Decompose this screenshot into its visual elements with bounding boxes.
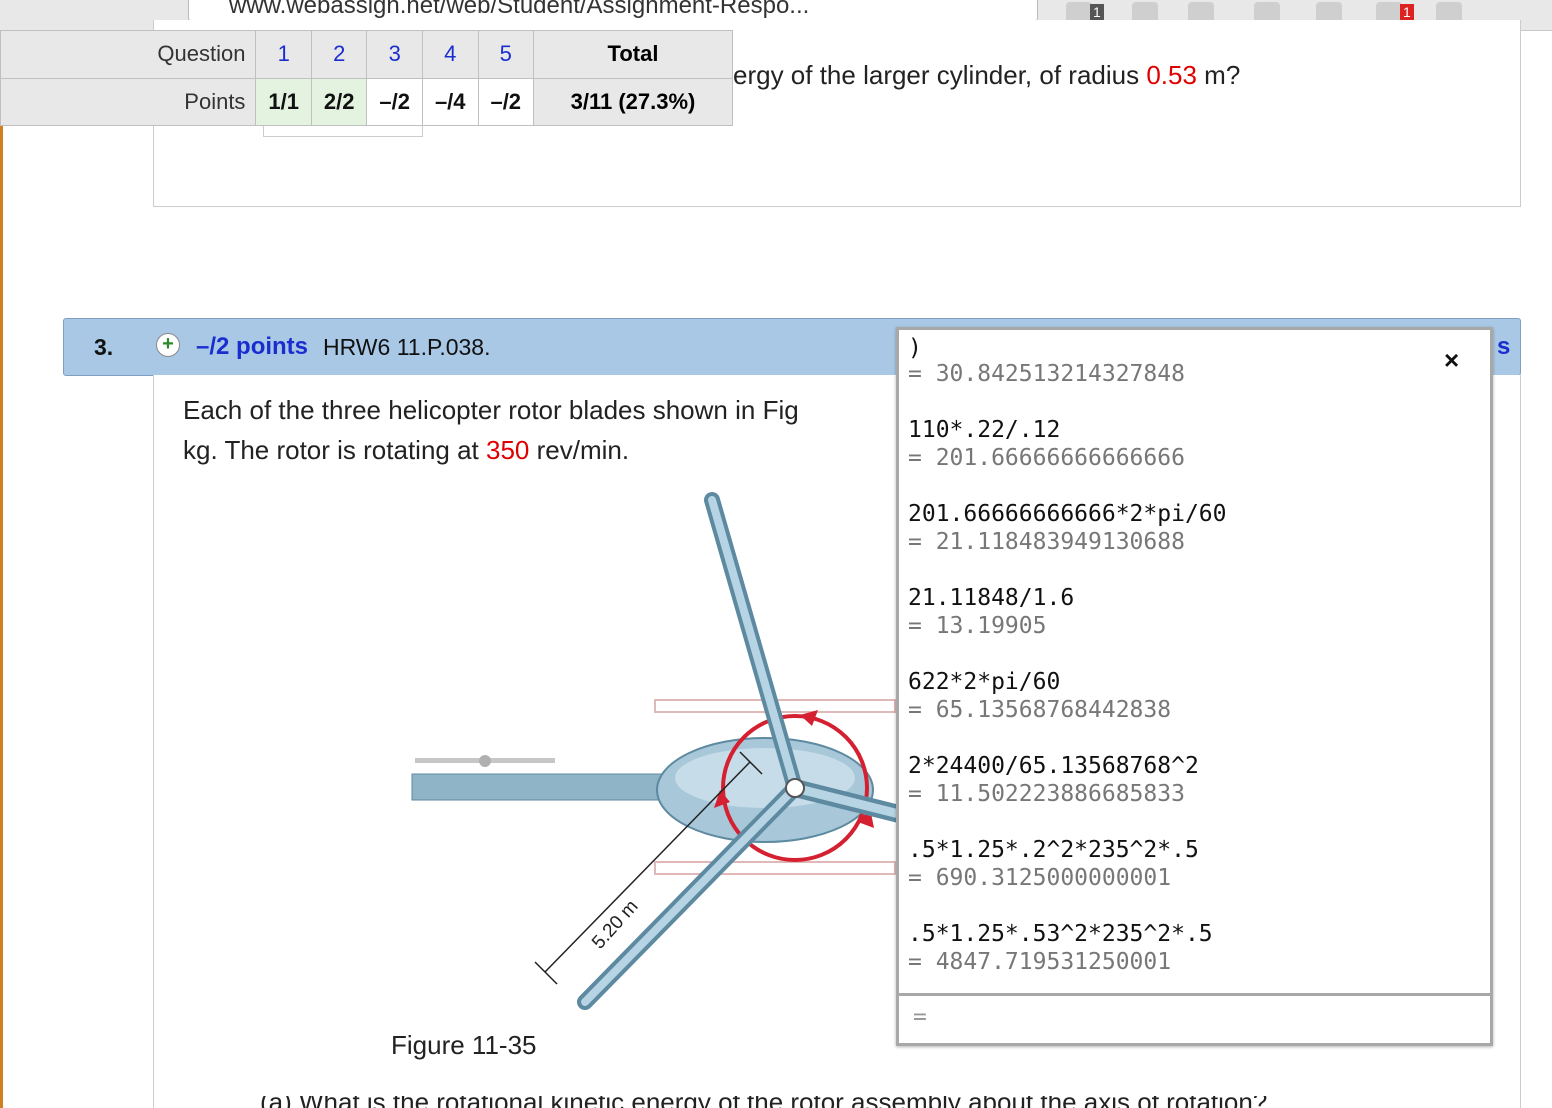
previous-question-text-before: ergy of the larger cylinder, of radius [733, 60, 1147, 90]
history-result: = 690.3125000000001 [908, 865, 1172, 891]
history-expression: 21.11848/1.6 [908, 585, 1075, 611]
calculator-history[interactable]: ) × = 30.842513214327848 110*.22/.12 = 2… [899, 330, 1490, 996]
figure-caption: Figure 11-35 [391, 1030, 537, 1060]
question-code: HRW6 11.P.038. [323, 334, 491, 360]
score-table: Question 1 2 3 4 5 Total Points 1/1 2/2 … [0, 30, 733, 126]
extension-badge: 1 [1090, 4, 1104, 20]
points-cell-4: –/4 [421, 77, 479, 126]
question-link-1[interactable]: 1 [255, 30, 312, 79]
previous-question-text-after: m? [1196, 60, 1241, 90]
rpm-value: 350 [486, 435, 530, 465]
helicopter-rotor-figure: 5.20 m [411, 492, 920, 1010]
question-number: 3. [94, 334, 114, 360]
expand-plus-icon[interactable]: + [156, 333, 180, 357]
total-header: Total [533, 30, 733, 79]
extension-badge: 1 [1400, 4, 1414, 20]
answer-field-remnant [263, 126, 423, 137]
history-result: = 65.13568768442838 [908, 697, 1172, 723]
history-result: = 21.118483949130688 [908, 529, 1185, 555]
history-entry: 622*2*pi/60 = 65.13568768442838 [908, 668, 1468, 724]
points-cell-1: 1/1 [255, 77, 312, 126]
question-row-label: Question [0, 30, 257, 79]
history-result: = 4847.719531250001 [908, 949, 1172, 975]
question-link-3[interactable]: 3 [366, 30, 423, 79]
history-expression: .5*1.25*.2^2*235^2*.5 [908, 837, 1199, 863]
problem-line-2-after: rev/min. [529, 435, 630, 465]
calculator-input-prefix: = [913, 1004, 927, 1030]
history-result: = 30.842513214327848 [908, 361, 1185, 387]
history-expression: 622*2*pi/60 [908, 669, 1061, 695]
history-entry: = 30.842513214327848 [908, 360, 1468, 388]
question-link-2[interactable]: 2 [310, 30, 368, 79]
problem-line-2: kg. The rotor is rotating at 350 rev/min… [183, 430, 799, 470]
history-expression: 201.66666666666*2*pi/60 [908, 501, 1227, 527]
history-expression: 110*.22/.12 [908, 417, 1061, 443]
history-result: = 11.502223886685833 [908, 781, 1185, 807]
problem-line-2-before: kg. The rotor is rotating at [183, 435, 486, 465]
calculator-popup[interactable]: ) × = 30.842513214327848 110*.22/.12 = 2… [896, 327, 1493, 1046]
problem-line-1: Each of the three helicopter rotor blade… [183, 395, 799, 425]
radius-value: 0.53 [1146, 60, 1197, 90]
question-link-5[interactable]: 5 [477, 30, 535, 79]
history-fragment: ) [908, 335, 922, 361]
total-score: 3/11 (27.3%) [533, 77, 733, 126]
history-entry: 21.11848/1.6 = 13.19905 [908, 584, 1468, 640]
question-link-4[interactable]: 4 [421, 30, 479, 79]
points-row-label: Points [0, 77, 257, 126]
history-expression: .5*1.25*.53^2*235^2*.5 [908, 921, 1213, 947]
previous-question-text: ergy of the larger cylinder, of radius 0… [733, 60, 1240, 91]
history-result: = 201.66666666666666 [908, 445, 1185, 471]
history-entry: .5*1.25*.2^2*235^2*.5 = 690.312500000000… [908, 836, 1468, 892]
page-edge-accent [0, 30, 3, 1108]
address-bar[interactable]: www.webassign.net/web/Student/Assignment… [188, 0, 1038, 22]
history-result: = 13.19905 [908, 613, 1047, 639]
history-entry: 201.66666666666*2*pi/60 = 21.11848394913… [908, 500, 1468, 556]
points-cell-2: 2/2 [310, 77, 368, 126]
calculator-input[interactable]: = [899, 996, 1490, 1043]
question-points-link[interactable]: –/2 points [196, 333, 308, 361]
history-entry: 2*24400/65.13568768^2 = 11.5022238866858… [908, 752, 1468, 808]
question-header-link-clipped[interactable]: s [1497, 333, 1510, 361]
next-part-text-clipped: (a) What is the rotational kinetic energ… [260, 1096, 1267, 1108]
history-entry: .5*1.25*.53^2*235^2*.5 = 4847.7195312500… [908, 920, 1468, 976]
history-expression: 2*24400/65.13568768^2 [908, 753, 1199, 779]
history-entry: 110*.22/.12 = 201.66666666666666 [908, 416, 1468, 472]
points-cell-3: –/2 [366, 77, 423, 126]
points-cell-5: –/2 [477, 77, 535, 126]
problem-statement: Each of the three helicopter rotor blade… [183, 390, 799, 470]
